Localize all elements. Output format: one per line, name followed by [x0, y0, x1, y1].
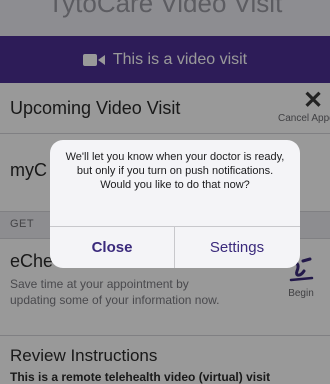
alert-message: We'll let you know when your doctor is r…: [65, 151, 285, 191]
notification-alert: We'll let you know when your doctor is r…: [50, 140, 300, 268]
close-button[interactable]: Close: [50, 227, 174, 268]
video-visit-screen: TytoCare Video Visit This is a video vis…: [0, 0, 330, 384]
settings-button[interactable]: Settings: [175, 227, 299, 268]
